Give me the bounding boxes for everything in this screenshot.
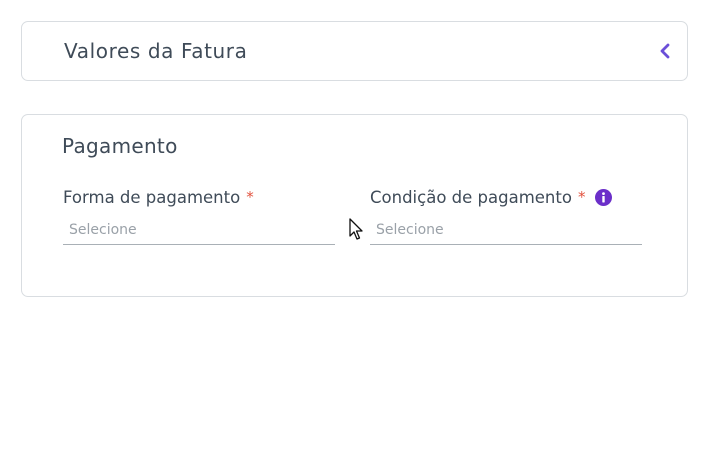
invoice-values-section[interactable]: Valores da Fatura — [21, 21, 688, 81]
payment-method-label: Forma de pagamento — [63, 187, 241, 207]
mouse-pointer-icon — [349, 218, 363, 240]
payment-method-select[interactable]: Selecione — [63, 221, 335, 245]
payment-method-label-row: Forma de pagamento * — [63, 186, 335, 208]
required-marker: * — [577, 188, 586, 206]
payment-title: Pagamento — [62, 134, 178, 158]
info-icon[interactable] — [595, 188, 613, 206]
payment-condition-placeholder: Selecione — [376, 222, 444, 238]
chevron-left-icon[interactable] — [657, 42, 673, 60]
payment-condition-label: Condição de pagamento — [370, 187, 572, 207]
payment-method-field: Forma de pagamento * Selecione — [63, 186, 335, 245]
required-marker: * — [246, 188, 254, 206]
payment-condition-select[interactable]: Selecione — [370, 221, 642, 245]
invoice-values-title: Valores da Fatura — [64, 39, 248, 63]
payment-section: Pagamento Forma de pagamento * Selecione… — [21, 114, 688, 297]
payment-condition-field: Condição de pagamento * Selecione — [370, 186, 642, 245]
page: Valores da Fatura Pagamento Forma de pag… — [0, 0, 713, 460]
payment-method-placeholder: Selecione — [69, 222, 137, 238]
payment-condition-label-row: Condição de pagamento * — [370, 186, 642, 208]
